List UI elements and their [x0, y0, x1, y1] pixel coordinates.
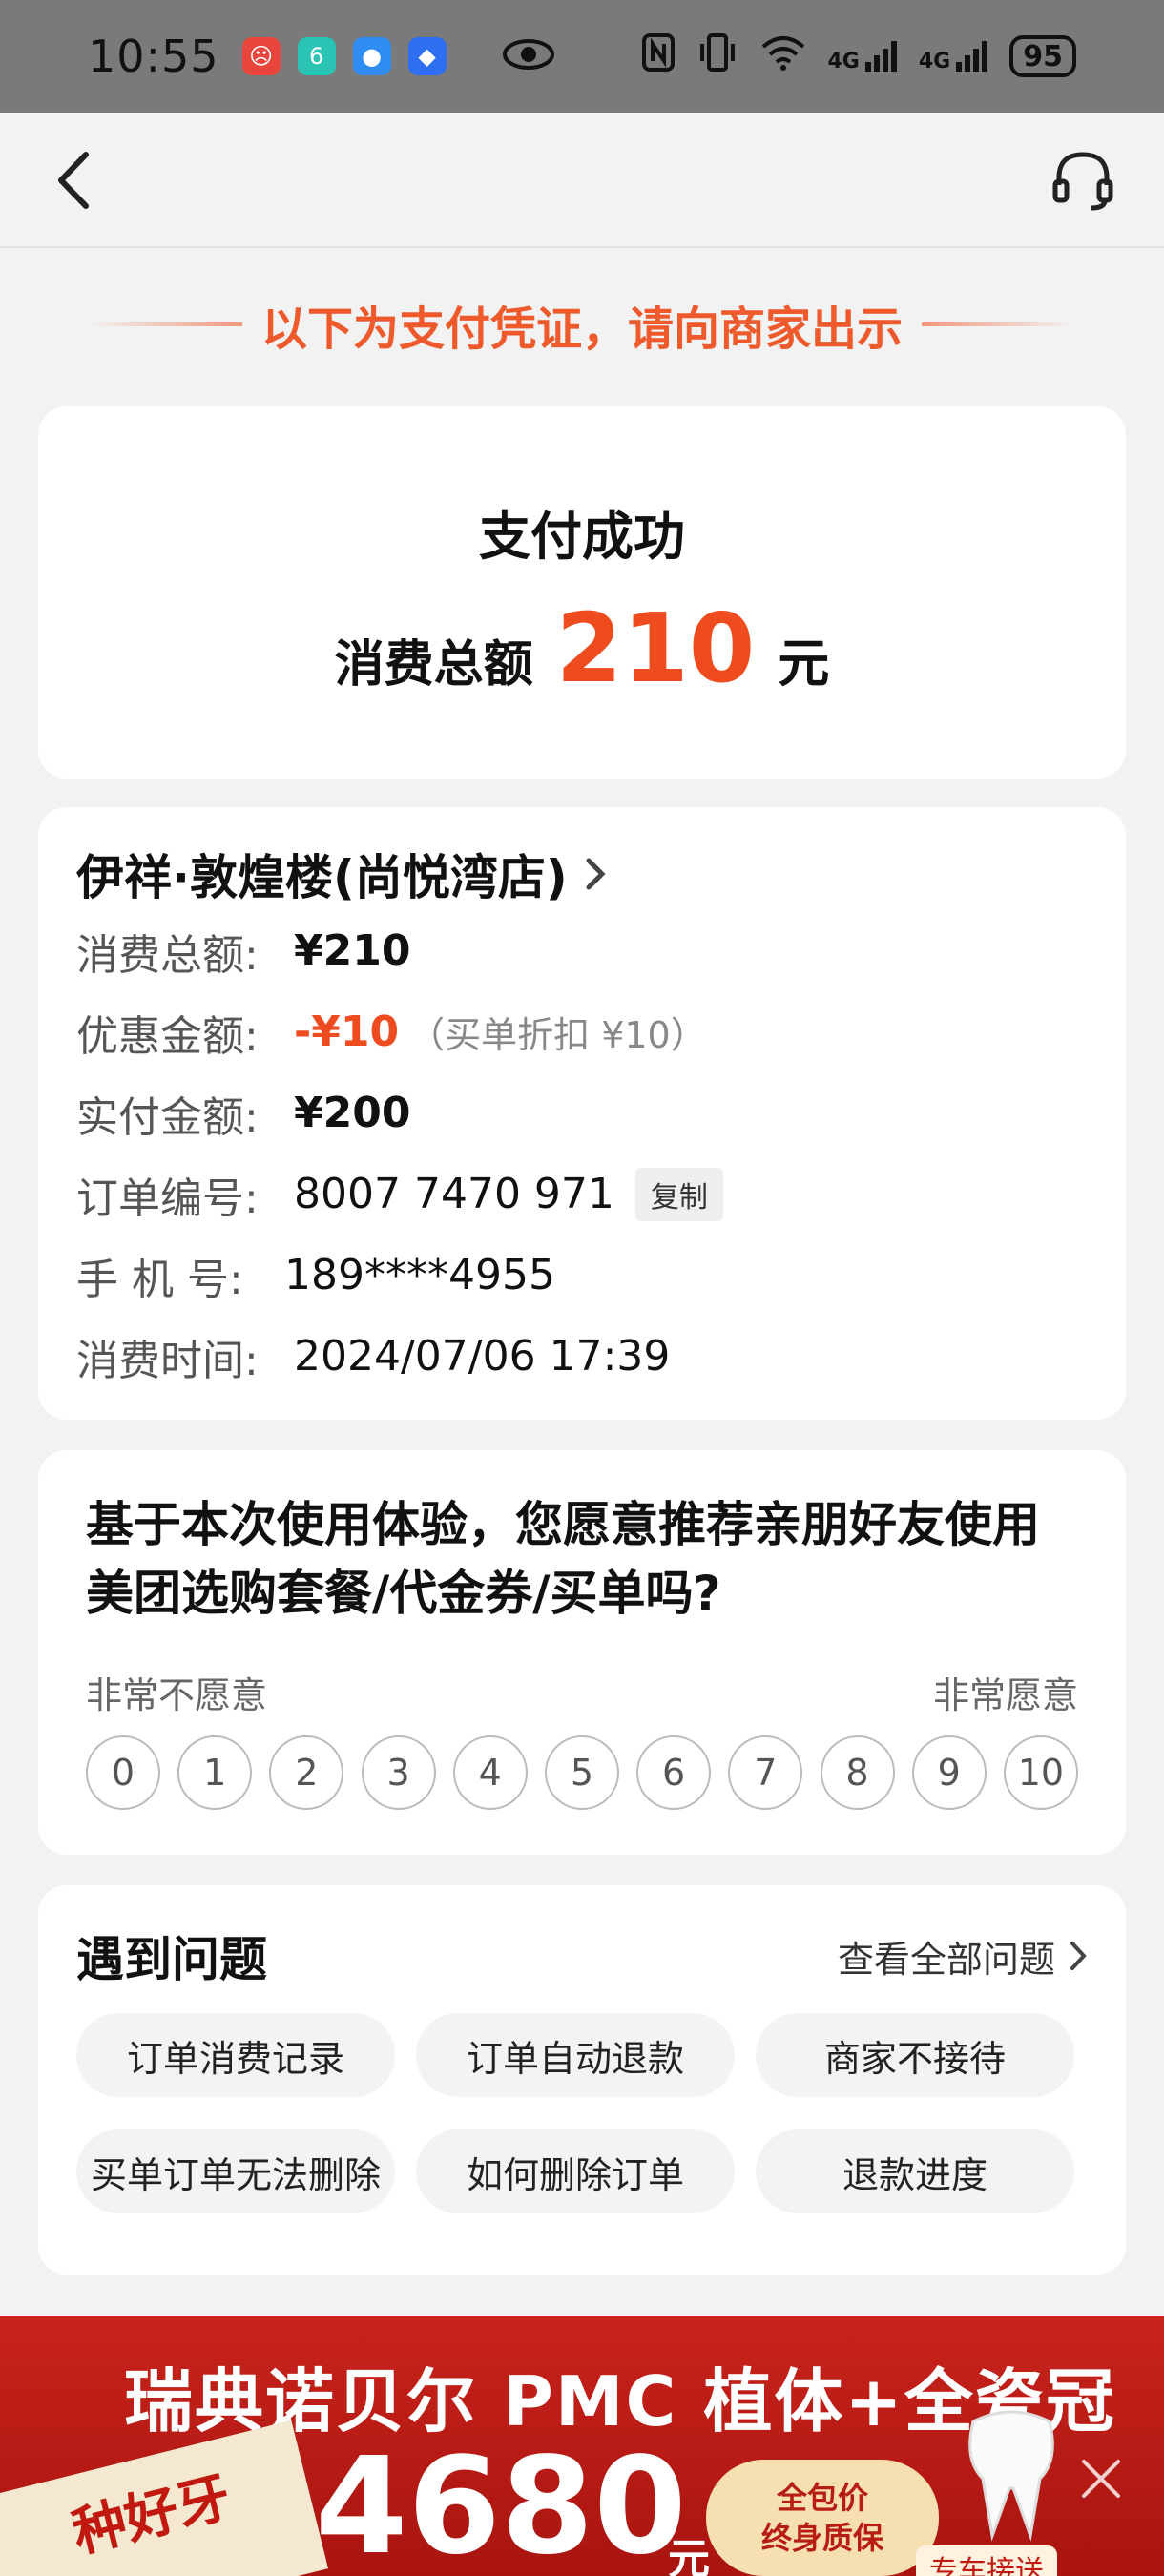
ad-badge-line: 全包价: [776, 2480, 868, 2516]
view-all-label: 查看全部问题: [837, 1938, 1055, 1981]
ad-close-button[interactable]: [1072, 2450, 1130, 2507]
ad-price-unit: 元: [668, 2535, 710, 2576]
help-topic-chip[interactable]: 退款进度: [756, 2129, 1074, 2213]
phone-number: 189****4955: [284, 1251, 555, 1299]
nps-survey-card: 基于本次使用体验，您愿意推荐亲朋好友使用美团选购套餐/代金券/买单吗? 非常不愿…: [38, 1450, 1126, 1855]
wifi-icon: [759, 33, 807, 79]
row-label: 优惠金额:: [76, 1011, 259, 1061]
copy-button[interactable]: 复制: [634, 1167, 723, 1221]
divider-line: [922, 322, 1074, 326]
survey-question: 基于本次使用体验，您愿意推荐亲朋好友使用美团选购套餐/代金券/买单吗?: [86, 1497, 1040, 1621]
app-red-icon: ☹: [241, 37, 281, 75]
row-value: ¥200: [294, 1089, 411, 1137]
ad-badge: 全包价 终身质保: [706, 2460, 939, 2576]
rating-option-6[interactable]: 6: [636, 1735, 712, 1810]
rating-option-10[interactable]: 10: [1003, 1735, 1078, 1810]
scale-low-label: 非常不愿意: [86, 1674, 268, 1716]
view-all-problems-link[interactable]: 查看全部问题: [838, 1930, 1088, 1983]
headset-icon: [1052, 152, 1113, 211]
close-icon: [1082, 2460, 1120, 2498]
merchant-link[interactable]: 伊祥·敦煌楼(尚悦湾店): [76, 838, 1088, 910]
customer-service-button[interactable]: [1050, 147, 1116, 214]
total-amount: 210: [555, 592, 756, 704]
row-label: 订单编号:: [76, 1174, 259, 1223]
help-card: 遇到问题 查看全部问题 订单消费记录 订单自动退款 商家不接待 买单订单无法删除…: [38, 1885, 1126, 2275]
help-topic-chip[interactable]: 如何删除订单: [416, 2129, 735, 2213]
battery-icon: 95: [1009, 35, 1076, 77]
row-label: 手 机 号:: [76, 1255, 243, 1304]
payment-success-card: 支付成功 消费总额 210 元: [38, 406, 1126, 779]
tooth-icon: [968, 2410, 1054, 2542]
discount-note: （买单折扣 ¥10）: [408, 1014, 707, 1056]
nav-bar: [0, 113, 1164, 248]
help-topic-chip[interactable]: 订单自动退款: [416, 2013, 735, 2097]
merchant-name: 伊祥·敦煌楼(尚悦湾店): [76, 850, 568, 905]
rating-option-9[interactable]: 9: [911, 1735, 987, 1810]
order-row-paid: 实付金额: ¥200: [76, 1072, 1088, 1153]
eye-icon: [502, 37, 555, 75]
order-row-number: 订单编号: 8007 7470 971 复制: [76, 1153, 1088, 1235]
payment-status: 支付成功: [479, 507, 685, 567]
divider-line: [89, 322, 242, 326]
rating-option-2[interactable]: 2: [269, 1735, 344, 1810]
help-topics: 订单消费记录 订单自动退款 商家不接待 买单订单无法删除 如何删除订单 退款进度: [76, 2013, 1088, 2213]
rating-option-4[interactable]: 4: [452, 1735, 528, 1810]
signal-label: 4G: [918, 50, 951, 73]
help-title: 遇到问题: [76, 1932, 267, 1987]
row-label: 消费时间:: [76, 1336, 259, 1385]
nfc-icon: [641, 32, 676, 80]
status-indicators: 4G 4G 95: [641, 32, 1076, 80]
help-topic-chip[interactable]: 订单消费记录: [76, 2013, 395, 2097]
signal-icon: 4G: [828, 39, 898, 73]
total-line: 消费总额 210 元: [38, 592, 1126, 704]
help-topic-chip[interactable]: 商家不接待: [756, 2013, 1074, 2097]
status-time: 10:55: [88, 31, 219, 82]
rating-option-7[interactable]: 7: [728, 1735, 803, 1810]
chevron-left-icon: [58, 152, 89, 209]
signal-label: 4G: [827, 50, 860, 73]
order-row-phone: 手 机 号: 189****4955: [76, 1235, 1088, 1316]
chevron-right-icon: [586, 858, 606, 890]
ad-bottom-tag: 专车接送: [916, 2545, 1057, 2576]
help-topic-chip[interactable]: 买单订单无法删除: [76, 2129, 395, 2213]
ad-banner[interactable]: 瑞典诺贝尔 PMC 植体+全瓷冠 种好牙 4680 元 全包价 终身质保 专车接…: [0, 2316, 1164, 2576]
rating-scale: 0 1 2 3 4 5 6 7 8 9 10: [86, 1735, 1078, 1810]
voucher-banner-text: 以下为支付凭证，请向商家出示: [260, 302, 903, 356]
rating-option-8[interactable]: 8: [820, 1735, 895, 1810]
ad-badge-line: 终身质保: [760, 2520, 883, 2556]
row-value: -¥10: [294, 1008, 400, 1056]
message-icon: ●: [352, 37, 391, 75]
rating-option-5[interactable]: 5: [544, 1735, 619, 1810]
rating-option-0[interactable]: 0: [86, 1735, 160, 1810]
scale-high-label: 非常愿意: [932, 1674, 1078, 1716]
compass-icon: ◆: [407, 37, 447, 75]
row-label: 实付金额:: [76, 1092, 259, 1142]
row-value: ¥210: [294, 926, 411, 975]
rating-option-1[interactable]: 1: [177, 1735, 253, 1810]
rating-option-3[interactable]: 3: [361, 1735, 436, 1810]
chevron-right-icon: [1070, 1942, 1087, 1970]
status-bar: 10:55 ☹ 6 ● ◆ 4G 4G 95: [0, 0, 1164, 113]
help-header: 遇到问题 查看全部问题: [76, 1920, 1088, 1992]
back-button[interactable]: [48, 147, 105, 214]
voucher-banner: 以下为支付凭证，请向商家出示: [0, 286, 1164, 363]
consume-time: 2024/07/06 17:39: [294, 1332, 671, 1381]
order-number: 8007 7470 971: [294, 1170, 614, 1218]
row-label: 消费总额:: [76, 930, 259, 980]
vibrate-icon: [696, 32, 738, 80]
ad-price: 4680: [315, 2429, 687, 2576]
total-unit: 元: [778, 634, 830, 694]
signal-icon-2: 4G: [919, 39, 988, 73]
total-label: 消费总额: [334, 636, 533, 694]
order-row-time: 消费时间: 2024/07/06 17:39: [76, 1316, 1088, 1397]
app-teal-icon: 6: [297, 37, 336, 75]
scale-labels: 非常不愿意 非常愿意: [86, 1666, 1078, 1718]
order-details-card: 伊祥·敦煌楼(尚悦湾店) 消费总额: ¥210 优惠金额: -¥10 （买单折扣…: [38, 807, 1126, 1420]
order-row-discount: 优惠金额: -¥10 （买单折扣 ¥10）: [76, 991, 1088, 1072]
order-row-total: 消费总额: ¥210: [76, 910, 1088, 991]
